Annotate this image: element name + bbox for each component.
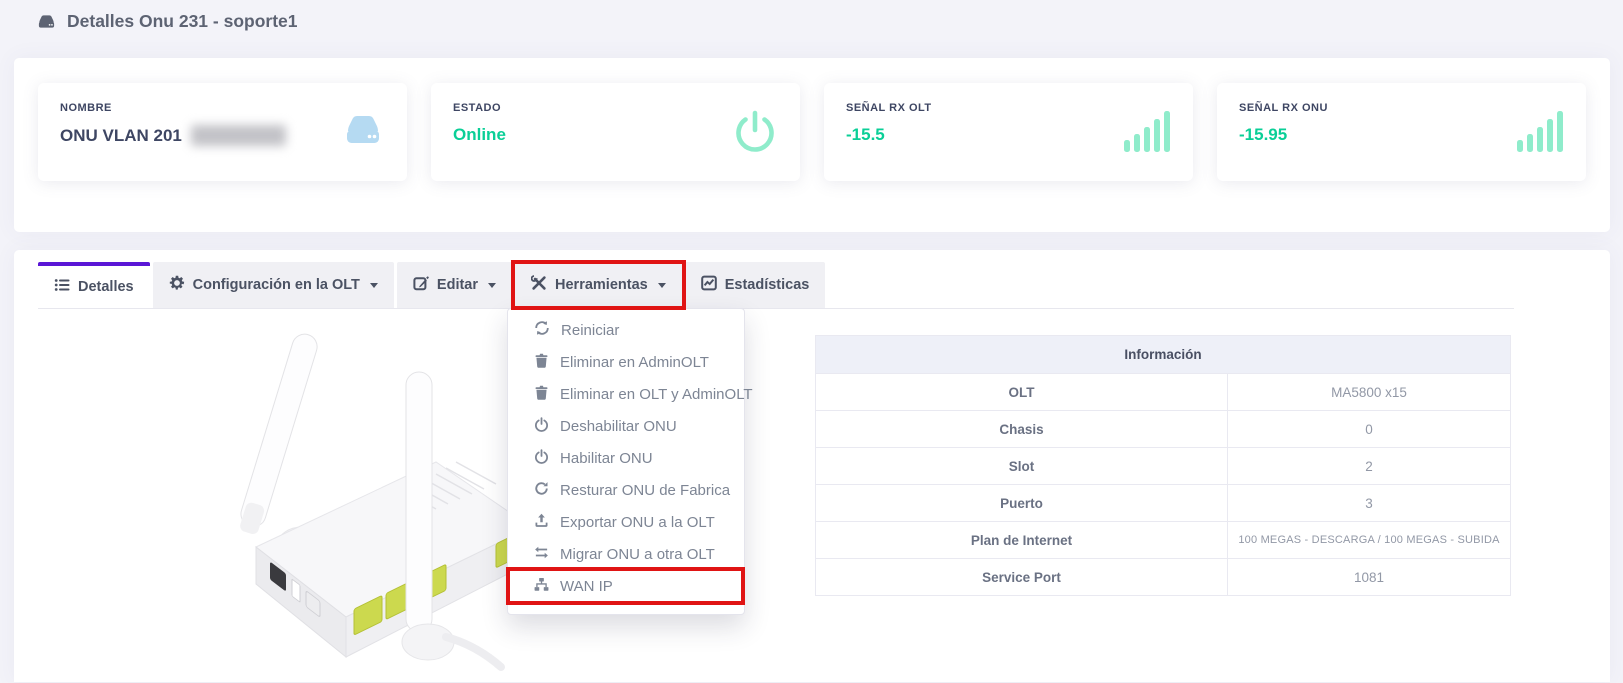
row-label: OLT [816, 374, 1228, 411]
details-panel: Detalles Configuración en la OLT Editar [14, 250, 1610, 682]
table-header: Información [816, 336, 1511, 374]
row-label: Plan de Internet [816, 522, 1228, 559]
table-row: Slot 2 [816, 448, 1511, 485]
tab-label: Configuración en la OLT [193, 277, 360, 293]
tab-estadisticas[interactable]: Estadísticas [685, 262, 826, 308]
tab-label: Editar [437, 277, 478, 293]
sync-icon [534, 320, 550, 340]
row-value: 2 [1228, 448, 1511, 485]
stat-cards-panel: NOMBRE ONU VLAN 201 ESTADO Online SEÑAL … [14, 58, 1610, 232]
upload-icon [534, 513, 549, 532]
chevron-down-icon [370, 283, 378, 288]
table-row: Puerto 3 [816, 485, 1511, 522]
tab-editar[interactable]: Editar [397, 262, 512, 308]
menu-item-label: Eliminar en OLT y AdminOLT [560, 386, 753, 403]
tab-label: Herramientas [555, 277, 648, 293]
menu-item-label: Habilitar ONU [560, 450, 653, 467]
table-row: OLT MA5800 x15 [816, 374, 1511, 411]
menu-item-label: Eliminar en AdminOLT [560, 354, 709, 371]
tabs-divider [38, 308, 1514, 309]
edit-icon [413, 275, 429, 295]
menu-item-label: WAN IP [560, 578, 613, 595]
menu-item-deshabilitar-onu[interactable]: Deshabilitar ONU [508, 410, 744, 442]
table-row: Chasis 0 [816, 411, 1511, 448]
menu-item-label: Deshabilitar ONU [560, 418, 677, 435]
signal-bars-icon [1123, 109, 1171, 158]
trash-icon [534, 353, 549, 372]
menu-item-migrar-onu[interactable]: Migrar ONU a otra OLT [508, 538, 744, 570]
menu-item-restaurar-fabrica[interactable]: Resturar ONU de Fabrica [508, 474, 744, 506]
card-value: ONU VLAN 201 [60, 126, 182, 146]
chevron-down-icon [658, 283, 666, 288]
power-icon [732, 109, 778, 160]
row-value: MA5800 x15 [1228, 374, 1511, 411]
onu-product-image [106, 312, 536, 678]
power-icon [534, 449, 549, 468]
tools-icon [531, 275, 547, 295]
card-value: Online [453, 125, 778, 145]
card-label: ESTADO [453, 102, 778, 114]
card-nombre: NOMBRE ONU VLAN 201 [38, 83, 407, 181]
table-row: Plan de Internet 100 MEGAS - DESCARGA / … [816, 522, 1511, 559]
menu-item-label: Resturar ONU de Fabrica [560, 482, 730, 499]
row-value: 3 [1228, 485, 1511, 522]
sitemap-icon [534, 577, 549, 596]
tab-bar: Detalles Configuración en la OLT Editar [38, 262, 828, 308]
page-title: Detalles Onu 231 - soporte1 [67, 11, 298, 32]
redacted-text-blur [191, 125, 286, 146]
herramientas-dropdown-menu: Reiniciar Eliminar en AdminOLT [507, 308, 745, 615]
page-title-bar: Detalles Onu 231 - soporte1 [36, 11, 298, 32]
list-icon [54, 277, 70, 297]
row-label: Service Port [816, 559, 1228, 596]
card-senal-rx-olt: SEÑAL RX OLT -15.5 [824, 83, 1193, 181]
row-label: Chasis [816, 411, 1228, 448]
menu-item-wan-ip[interactable]: WAN IP [508, 570, 744, 602]
informacion-table: Información OLT MA5800 x15 Chasis 0 Slot… [815, 335, 1511, 596]
table-row: Service Port 1081 [816, 559, 1511, 596]
exchange-icon [534, 545, 549, 564]
tab-label: Detalles [78, 279, 134, 295]
card-label: NOMBRE [60, 102, 385, 114]
power-icon [534, 417, 549, 436]
tab-configuracion-olt[interactable]: Configuración en la OLT [153, 262, 394, 308]
tab-label: Estadísticas [725, 277, 810, 293]
signal-bars-icon [1516, 109, 1564, 158]
row-label: Puerto [816, 485, 1228, 522]
table-header-row: Información [816, 336, 1511, 374]
menu-item-exportar-onu[interactable]: Exportar ONU a la OLT [508, 506, 744, 538]
hdd-icon [341, 109, 385, 154]
card-senal-rx-onu: SEÑAL RX ONU -15.95 [1217, 83, 1586, 181]
chevron-down-icon [488, 283, 496, 288]
row-value: 100 MEGAS - DESCARGA / 100 MEGAS - SUBID… [1228, 522, 1511, 559]
hdd-icon [36, 12, 57, 31]
menu-item-eliminar-olt-adminolt[interactable]: Eliminar en OLT y AdminOLT [508, 378, 744, 410]
menu-item-eliminar-adminolt[interactable]: Eliminar en AdminOLT [508, 346, 744, 378]
tab-detalles[interactable]: Detalles [38, 262, 150, 308]
menu-item-label: Reiniciar [561, 322, 619, 339]
rotate-right-icon [534, 481, 549, 500]
menu-item-habilitar-onu[interactable]: Habilitar ONU [508, 442, 744, 474]
chart-line-icon [701, 275, 717, 295]
row-value: 1081 [1228, 559, 1511, 596]
row-label: Slot [816, 448, 1228, 485]
gear-icon [169, 275, 185, 295]
trash-icon [534, 385, 549, 404]
card-estado: ESTADO Online [431, 83, 800, 181]
menu-item-reiniciar[interactable]: Reiniciar [508, 314, 744, 346]
row-value: 0 [1228, 411, 1511, 448]
tab-herramientas[interactable]: Herramientas Reiniciar [515, 262, 682, 308]
menu-item-label: Exportar ONU a la OLT [560, 514, 715, 531]
menu-item-label: Migrar ONU a otra OLT [560, 546, 715, 563]
